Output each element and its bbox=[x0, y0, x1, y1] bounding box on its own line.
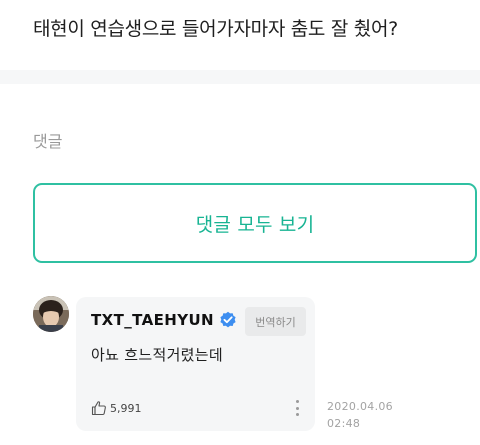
thumbs-up-icon bbox=[91, 400, 107, 416]
more-options-icon[interactable] bbox=[293, 400, 301, 416]
like-button[interactable]: 5,991 bbox=[91, 400, 142, 416]
translate-button[interactable]: 번역하기 bbox=[245, 307, 306, 336]
comment-timestamp: 2020.04.06 02:48 bbox=[327, 398, 393, 432]
view-all-comments-button[interactable]: 댓글 모두 보기 bbox=[33, 183, 477, 263]
view-all-comments-label: 댓글 모두 보기 bbox=[195, 213, 315, 236]
avatar[interactable] bbox=[33, 296, 69, 332]
avatar-image bbox=[33, 296, 69, 332]
comments-heading: 댓글 bbox=[33, 132, 63, 151]
comment-card: TXT_TAEHYUN 번역하기 아뇨 흐느적거렸는데 5,991 bbox=[76, 297, 315, 431]
post-question: 태현이 연습생으로 들어가자마자 춤도 잘 췄어? bbox=[33, 18, 398, 40]
section-divider bbox=[0, 70, 480, 84]
comment-date: 2020.04.06 bbox=[327, 400, 393, 413]
comment-author-name[interactable]: TXT_TAEHYUN bbox=[91, 311, 214, 329]
comment-text: 아뇨 흐느적거렸는데 bbox=[91, 346, 223, 364]
verified-badge-icon bbox=[219, 311, 237, 329]
comment-author-row: TXT_TAEHYUN bbox=[91, 311, 237, 329]
like-count: 5,991 bbox=[110, 401, 142, 415]
comment-time: 02:48 bbox=[327, 417, 361, 430]
